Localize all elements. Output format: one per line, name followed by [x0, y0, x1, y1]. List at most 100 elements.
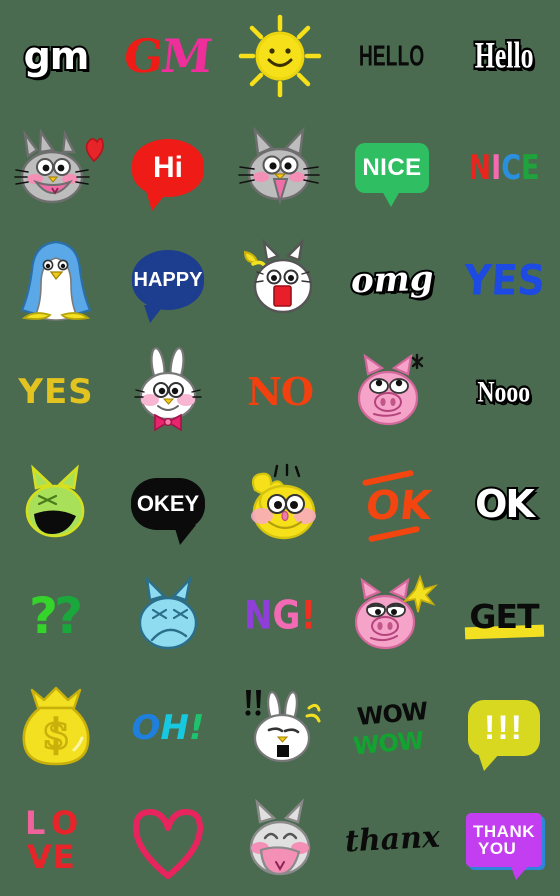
- sticker-cell-oh-text[interactable]: O H!: [112, 672, 224, 784]
- sticker-cell-pig-smug[interactable]: [336, 560, 448, 672]
- sticker-cell-ok-white[interactable]: OK: [448, 448, 560, 560]
- sticker-cell-hi-bubble[interactable]: Hi: [112, 112, 224, 224]
- sticker-cell-green-cat-yell[interactable]: [0, 448, 112, 560]
- letter-e: E: [53, 838, 75, 876]
- gray-cat-open-icon: [238, 126, 320, 206]
- sticker-cell-sun-smiling[interactable]: [224, 0, 336, 112]
- letter-o: O: [51, 804, 79, 842]
- question-mark-2: ?: [54, 587, 84, 645]
- sticker-text: YES: [18, 372, 94, 412]
- sticker-grid: gm GM HELLO Hello Hi NICE N I C E HAPPY …: [0, 0, 560, 896]
- sticker-cell-gray-cat-laugh[interactable]: [224, 784, 336, 896]
- sticker-cell-thank-you[interactable]: THANK YOU: [448, 784, 560, 896]
- sticker-cell-hello-white[interactable]: Hello: [448, 0, 560, 112]
- speech-bubble: THANK YOU: [466, 813, 542, 880]
- sticker-cell-question-marks[interactable]: ??: [0, 560, 112, 672]
- bubble-text: OKEY: [136, 491, 200, 516]
- letter-v: V: [27, 838, 52, 876]
- sticker-cell-ok-slashes[interactable]: OK: [336, 448, 448, 560]
- sticker-text: OK: [473, 482, 537, 526]
- sticker-cell-thanx-script[interactable]: thanx: [336, 784, 448, 896]
- pig-smug-icon: [354, 574, 439, 650]
- money-bag-icon: $: [22, 686, 90, 766]
- sticker-cell-no-orange[interactable]: NO: [224, 336, 336, 448]
- hello-letters: HELLO: [359, 40, 425, 72]
- speech-bubble: NICE: [355, 143, 429, 207]
- sticker-cell-yes-blue[interactable]: YES: [448, 224, 560, 336]
- speech-bubble: Hi: [132, 139, 204, 211]
- sticker-cell-penguin[interactable]: [0, 224, 112, 336]
- bubble-tail: [173, 525, 196, 545]
- green-cat-yell-icon: [25, 464, 85, 538]
- blue-cat-sad-icon: [138, 575, 198, 650]
- bubble-text: NICE: [362, 154, 422, 181]
- sticker-cell-yellow-char[interactable]: [224, 448, 336, 560]
- sticker-text: HELLO: [359, 42, 424, 70]
- sticker-cell-nice-multicolor[interactable]: NICE: [448, 112, 560, 224]
- sticker-cell-heart-outline[interactable]: [112, 784, 224, 896]
- sticker-text: Nooo: [476, 375, 533, 410]
- sticker-cell-money-bag[interactable]: $: [0, 672, 112, 784]
- exclamation: !: [188, 708, 205, 748]
- speech-bubble: !!!: [468, 700, 540, 771]
- bubble-text-line-2: YOU: [478, 839, 517, 858]
- sticker-text: omg: [348, 257, 436, 304]
- letter-h: H: [160, 708, 189, 748]
- wow-black: WOW: [355, 696, 429, 731]
- bubble-text: !!!: [484, 708, 524, 747]
- speech-bubble: OKEY: [131, 478, 205, 545]
- sticker-cell-blue-cat-sad[interactable]: [112, 560, 224, 672]
- sticker-text: NO: [247, 369, 314, 414]
- sticker-cell-nice-green[interactable]: NICE: [336, 112, 448, 224]
- get-letters: GET: [469, 596, 539, 636]
- bubble-tail: [381, 191, 400, 207]
- letter-g: G: [272, 593, 301, 639]
- sticker-cell-love-text[interactable]: L O V E: [0, 784, 112, 896]
- sticker-cell-hello-black[interactable]: HELLO: [336, 0, 448, 112]
- pig-bored-icon: [357, 353, 424, 426]
- sticker-cell-rabbit-bowtie[interactable]: [112, 336, 224, 448]
- sticker-cell-gm-white[interactable]: gm: [0, 0, 112, 112]
- letter-i: I: [491, 148, 502, 188]
- sticker-text: WOW WOW: [352, 696, 429, 759]
- sticker-cell-shocked-cat[interactable]: [224, 224, 336, 336]
- sticker-cell-ng-text[interactable]: N G!: [224, 560, 336, 672]
- bubble-text: Hi: [153, 151, 183, 184]
- sticker-cell-excl-bubble[interactable]: !!!: [448, 672, 560, 784]
- letter-l: L: [25, 804, 46, 842]
- shocked-cat-icon: [243, 238, 313, 314]
- penguin-icon: [20, 240, 92, 321]
- bubble-text: HAPPY: [133, 268, 203, 291]
- letter-n: N: [468, 148, 492, 188]
- gray-cat-heart-icon: [14, 128, 104, 204]
- sticker-cell-pig-bored[interactable]: [336, 336, 448, 448]
- sticker-cell-gray-cat-heart[interactable]: [0, 112, 112, 224]
- sticker-text: GM: [121, 29, 215, 83]
- bubble-tail: [478, 753, 501, 771]
- sticker-text: L O V E: [25, 803, 87, 877]
- sticker-text: OK: [356, 469, 433, 543]
- sticker-cell-yes-gold[interactable]: YES: [0, 336, 112, 448]
- bubble-tail: [143, 305, 164, 323]
- sticker-cell-okey-bubble[interactable]: OKEY: [112, 448, 224, 560]
- sticker-cell-happy-bubble[interactable]: HAPPY: [112, 224, 224, 336]
- sticker-text: O H!: [132, 711, 205, 745]
- sticker-text: Hello: [473, 34, 535, 77]
- sticker-cell-omg-white[interactable]: omg: [336, 224, 448, 336]
- sticker-cell-rabbit-excl[interactable]: [224, 672, 336, 784]
- sticker-cell-wow-double[interactable]: WOW WOW: [336, 672, 448, 784]
- sticker-text: N G!: [244, 596, 316, 635]
- sticker-text: GET: [465, 596, 545, 639]
- bubble-tail: [146, 191, 169, 211]
- sticker-cell-gray-cat-open[interactable]: [224, 112, 336, 224]
- sticker-text: thanx: [343, 819, 441, 860]
- sticker-text: YES: [462, 255, 546, 305]
- rabbit-bowtie-icon: [134, 347, 202, 432]
- sticker-cell-nooo-white[interactable]: Nooo: [448, 336, 560, 448]
- speech-bubble: HAPPY: [132, 250, 204, 323]
- bubble-text-line-1: THANK: [473, 822, 535, 841]
- letter-o: O: [131, 708, 161, 748]
- sticker-cell-get-highlight[interactable]: GET: [448, 560, 560, 672]
- sticker-cell-gm-pink-red[interactable]: GM: [112, 0, 224, 112]
- sticker-text: NICE: [469, 151, 540, 185]
